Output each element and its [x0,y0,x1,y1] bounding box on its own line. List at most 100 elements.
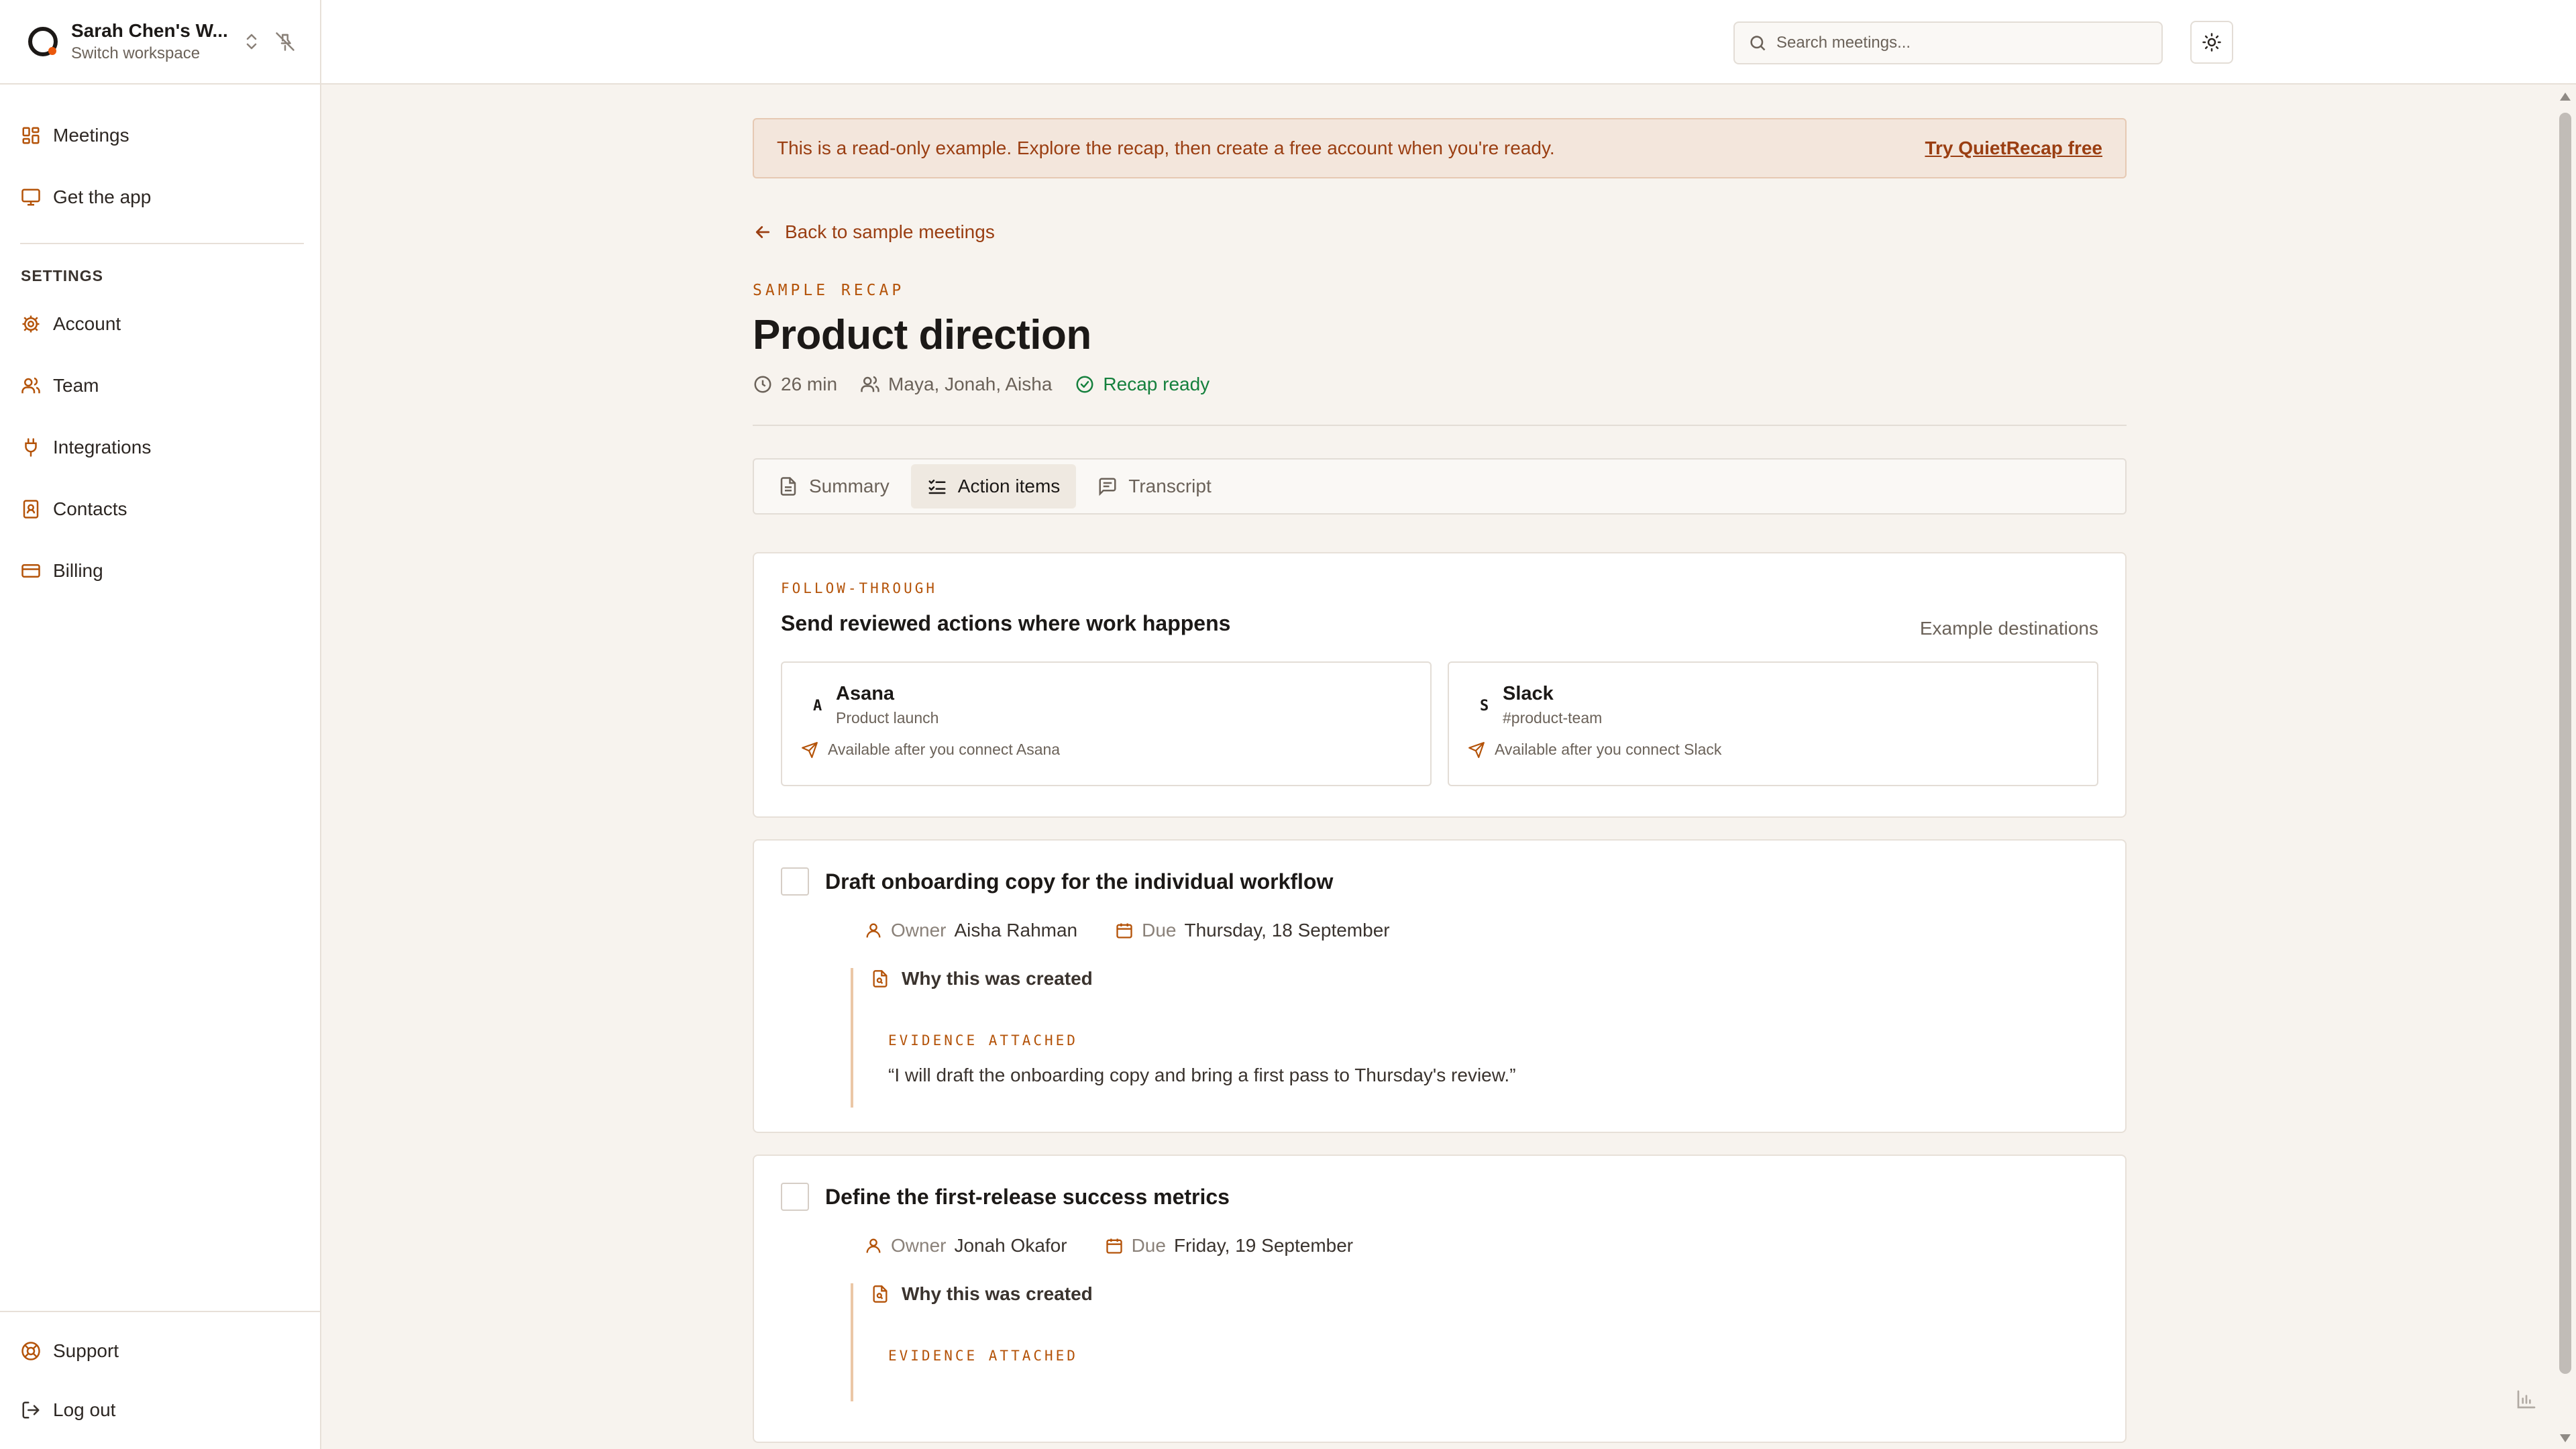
nav-item-label: Get the app [53,186,152,207]
evidence-label: EVIDENCE ATTACHED [888,1032,1078,1049]
try-free-link[interactable]: Try QuietRecap free [1925,138,2102,159]
tab-transcript[interactable]: Transcript [1081,464,1227,508]
scrollbar-thumb[interactable] [2559,113,2571,1374]
nav-item-support[interactable]: Support [0,1322,320,1381]
top-bar [321,0,2576,85]
search-icon [1748,34,1767,52]
chevron-up-down-icon[interactable] [239,30,264,54]
evidence-quote: “I will draft the onboarding copy and br… [888,1065,1516,1085]
gear-icon [21,314,41,334]
destination-asana[interactable]: A Asana Product launch Available after y… [781,661,1432,786]
nav-item-label: Support [53,1340,119,1361]
settings-heading: SETTINGS [21,267,104,284]
tab-action-items[interactable]: Action items [910,464,1077,508]
back-link-label: Back to sample meetings [785,221,995,242]
plug-icon [21,437,41,458]
nav-item-label: Integrations [53,437,152,458]
task-checkbox[interactable] [781,867,809,896]
workspace-subtitle: Switch workspace [71,44,201,62]
search-input[interactable] [1776,34,2139,52]
send-icon [801,741,818,759]
due-label: Due [1131,1235,1166,1256]
credit-card-icon [21,561,41,581]
nav-item-contacts[interactable]: Contacts [0,478,320,540]
nav-item-label: Billing [53,560,103,581]
sidebar: Sarah Chen's W... Switch workspace Meeti… [0,0,321,1449]
list-checks-icon [927,476,947,496]
task-due-date: Friday, 19 September [1173,1235,1354,1256]
why-created-toggle[interactable]: Why this was created [871,968,2098,989]
destinations-label: Example destinations [1919,618,2098,639]
arrow-left-icon [753,222,773,242]
destination-letter: S [1480,698,1489,714]
check-circle-icon [1075,374,1095,394]
primary-nav: Meetings Get the app SETTINGS Account Te… [0,85,320,602]
why-created-toggle[interactable]: Why this was created [871,1283,2098,1305]
banner-text: This is a read-only example. Explore the… [777,138,1555,158]
evidence-quote [888,1380,2098,1401]
read-only-banner: This is a read-only example. Explore the… [753,118,2127,178]
workspace-name: Sarah Chen's W... [71,20,228,41]
workspace-switcher[interactable]: Sarah Chen's W... Switch workspace [0,0,320,85]
task-checkbox[interactable] [781,1183,809,1211]
calendar-icon [1115,921,1134,940]
unpin-icon[interactable] [273,30,297,54]
meeting-attendees: Maya, Jonah, Aisha [888,374,1053,394]
tab-summary[interactable]: Summary [762,464,906,508]
evidence-section: Why this was created EVIDENCE ATTACHED [851,1283,2098,1401]
nav-item-label: Account [53,313,121,334]
sidebar-footer: Support Log out [0,1311,320,1449]
nav-item-integrations[interactable]: Integrations [0,417,320,478]
action-item: Draft onboarding copy for the individual… [753,839,2127,1133]
follow-through-card: FOLLOW-THROUGH Send reviewed actions whe… [753,552,2127,818]
nav-item-label: Contacts [53,498,127,519]
action-item: Define the first-release success metrics… [753,1155,2127,1443]
nav-item-meetings[interactable]: Meetings [0,105,320,166]
calendar-icon [1105,1236,1124,1255]
scroll-up-arrow[interactable] [2560,93,2571,101]
nav-item-label: Log out [53,1399,116,1420]
recap-meta: 26 min Maya, Jonah, Aisha Recap ready [753,374,2127,395]
divider [753,425,2127,426]
destination-name: Asana [836,683,895,704]
nav-item-get-the-app[interactable]: Get the app [0,166,320,228]
nav-item-account[interactable]: Account [0,293,320,355]
nav-item-log-out[interactable]: Log out [0,1381,320,1440]
user-icon [864,921,883,940]
lifebuoy-icon [21,1341,41,1361]
theme-toggle-button[interactable] [2190,21,2233,64]
nav-item-label: Team [53,375,99,396]
back-link[interactable]: Back to sample meetings [753,221,2127,243]
monitor-icon [21,187,41,207]
users-icon [21,376,41,396]
status-badge: Recap ready [1103,374,1210,394]
clock-icon [753,374,773,394]
evidence-label: EVIDENCE ATTACHED [888,1348,1078,1364]
destination-slack[interactable]: S Slack #product-team Available after yo… [1448,661,2098,786]
file-search-icon [871,1285,890,1303]
recap-tabs: Summary Action items Transcript [753,458,2127,515]
bar-chart-icon[interactable] [2516,1389,2537,1410]
users-icon [860,374,880,394]
send-icon [1468,741,1485,759]
follow-eyebrow: FOLLOW-THROUGH [781,580,938,596]
file-search-icon [871,969,890,988]
logout-icon [21,1400,41,1420]
why-label: Why this was created [902,1283,1093,1304]
scroll-down-arrow[interactable] [2560,1434,2571,1442]
nav-item-team[interactable]: Team [0,355,320,417]
contact-book-icon [21,499,41,519]
meeting-duration: 26 min [781,374,838,394]
task-owner: Jonah Okafor [954,1235,1067,1256]
task-title: Draft onboarding copy for the individual… [825,869,1334,894]
divider [20,243,304,244]
user-icon [864,1236,883,1255]
destination-name: Slack [1503,683,1554,704]
destination-letter: A [813,698,822,714]
nav-item-billing[interactable]: Billing [0,540,320,602]
search-box[interactable] [1733,21,2163,64]
scrollbar[interactable] [2555,86,2576,1449]
destination-target: Product launch [836,709,939,727]
task-owner: Aisha Rahman [954,920,1078,941]
destination-note: Available after you connect Asana [828,741,1061,758]
